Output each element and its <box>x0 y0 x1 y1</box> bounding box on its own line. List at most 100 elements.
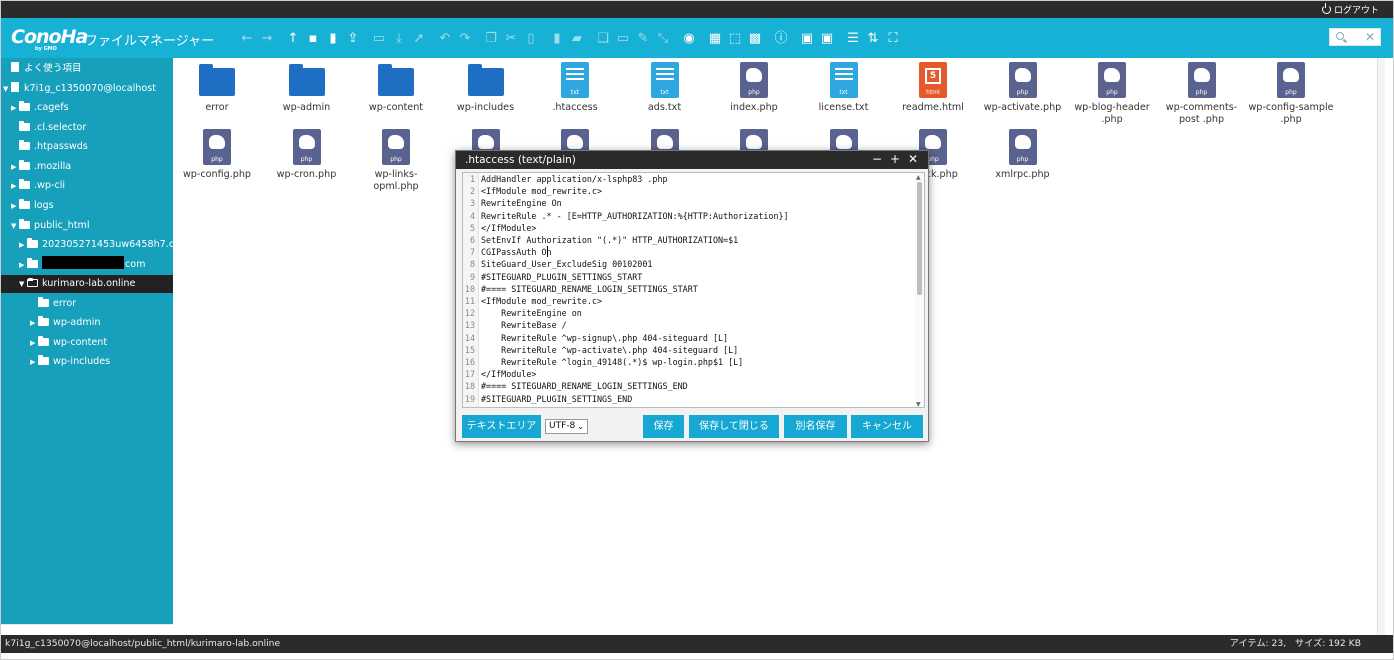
tree-item-domain-2[interactable]: ▶ com <box>19 256 146 274</box>
save-as-button[interactable]: 別名保存 <box>784 415 847 438</box>
select-none-icon[interactable]: ▩ <box>747 30 763 46</box>
caret-down-icon[interactable]: ▼ <box>11 217 19 235</box>
code-line[interactable]: <IfModule mod_rewrite.c> <box>481 186 602 196</box>
file-item[interactable]: php wp-comments-post .php <box>1158 60 1246 126</box>
forward-icon[interactable]: → <box>259 30 275 46</box>
minimize-icon[interactable]: − <box>868 152 886 166</box>
paste-icon[interactable]: ▯ <box>523 30 539 46</box>
code-line[interactable]: RewriteBase / <box>481 320 567 330</box>
caret-right-icon[interactable]: ▶ <box>19 236 27 254</box>
editor-scrollbar[interactable]: ▲ ▼ <box>915 173 924 407</box>
file-item[interactable]: php wp-links-opml.php <box>352 127 440 193</box>
fullscreen-icon[interactable]: ⛶ <box>885 30 901 46</box>
caret-right-icon[interactable]: ▶ <box>30 353 38 371</box>
cancel-button[interactable]: キャンセル <box>851 415 923 438</box>
view-list-icon[interactable]: ☰ <box>845 30 861 46</box>
code-editor[interactable]: 1234567891011121314151617181920 AddHandl… <box>462 172 925 408</box>
code-line[interactable]: AddHandler application/x-lsphp83 .php <box>481 174 668 184</box>
close-icon[interactable]: ✕ <box>904 152 922 166</box>
up-icon[interactable]: ↑ <box>285 30 301 46</box>
caret-right-icon[interactable]: ▶ <box>11 177 19 195</box>
tree-item-cl-selector[interactable]: .cl.selector <box>19 119 86 137</box>
tree-item-wp-admin[interactable]: ▶ wp-admin <box>30 314 100 332</box>
preview-icon[interactable]: ◉ <box>681 30 697 46</box>
caret-down-icon[interactable]: ▼ <box>3 80 11 98</box>
code-line[interactable]: #SITEGUARD_PLUGIN_SETTINGS_END <box>481 394 632 404</box>
tree-item-wp-includes[interactable]: ▶ wp-includes <box>30 353 110 371</box>
duplicate-icon[interactable]: ❏ <box>595 30 611 46</box>
code-line[interactable]: #SITEGUARD_PLUGIN_SETTINGS_START <box>481 272 642 282</box>
sort-icon[interactable]: ⇅ <box>865 30 881 46</box>
code-line[interactable]: RewriteRule ^wp-activate\.php 404-sitegu… <box>481 345 738 355</box>
undo-icon[interactable]: ↶ <box>437 30 453 46</box>
file-item[interactable]: txt license.txt <box>800 60 888 126</box>
upload-icon[interactable]: ⇪ <box>345 30 361 46</box>
file-item[interactable]: error <box>173 60 261 126</box>
tree-item-mozilla[interactable]: ▶ .mozilla <box>11 158 71 176</box>
code-line[interactable]: </IfModule> <box>481 223 536 233</box>
file-item[interactable]: php wp-activate.php <box>979 60 1067 126</box>
select-icon[interactable]: ➚ <box>411 30 427 46</box>
code-line[interactable]: RewriteRule .* - [E=HTTP_AUTHORIZATION:%… <box>481 211 789 221</box>
delete-icon[interactable]: ▮ <box>549 30 565 46</box>
save-button[interactable]: 保存 <box>643 415 684 438</box>
caret-right-icon[interactable]: ▶ <box>11 197 19 215</box>
clean-icon[interactable]: ▰ <box>569 30 585 46</box>
extract-icon[interactable]: ▣ <box>799 30 815 46</box>
caret-right-icon[interactable]: ▶ <box>19 256 27 274</box>
code-line[interactable]: </IfModule> <box>481 369 536 379</box>
caret-right-icon[interactable]: ▶ <box>30 314 38 332</box>
scroll-down-icon[interactable]: ▼ <box>916 401 921 407</box>
tree-item-wp-cli[interactable]: ▶ .wp-cli <box>11 177 65 195</box>
open-folder-icon[interactable]: ▭ <box>371 30 387 46</box>
caret-down-icon[interactable]: ▼ <box>19 275 27 293</box>
search-input[interactable]: ✕ <box>1329 28 1381 46</box>
scroll-up-icon[interactable]: ▲ <box>916 174 921 181</box>
tree-item-domain-1[interactable]: ▶202305271453uw6458h7.com <box>19 236 173 254</box>
logout-button[interactable]: ログアウト <box>1321 3 1379 16</box>
clear-search-icon[interactable]: ✕ <box>1365 30 1375 44</box>
new-folder-icon[interactable]: ▪ <box>305 30 321 46</box>
file-item[interactable]: txt .htaccess <box>531 60 619 126</box>
maximize-icon[interactable]: + <box>886 152 904 166</box>
file-item[interactable]: wp-includes <box>442 60 530 126</box>
file-item[interactable]: php wp-config.php <box>173 127 261 193</box>
archive-icon[interactable]: ▣ <box>819 30 835 46</box>
code-line[interactable]: <IfModule mod_rewrite.c> <box>481 296 602 306</box>
file-item[interactable]: php wp-config-sample .php <box>1247 60 1335 126</box>
file-item[interactable]: php wp-blog-header .php <box>1068 60 1156 126</box>
edit-icon[interactable]: ✎ <box>635 30 651 46</box>
code-line[interactable]: RewriteEngine on <box>481 308 582 318</box>
encoding-select[interactable]: UTF-8 ⌄ <box>545 419 588 434</box>
tree-favorites[interactable]: よく使う項目 <box>11 60 82 78</box>
file-item[interactable]: php wp-cron.php <box>263 127 351 193</box>
sidebar-horizontal-scrollbar[interactable]: ◀ ▶ <box>1 624 173 625</box>
textarea-mode-button[interactable]: テキストエリア <box>462 415 541 438</box>
code-line[interactable]: CGIPassAuth On <box>481 247 552 257</box>
tree-item-kurimaro-lab[interactable]: ▼ kurimaro-lab.online <box>1 275 173 293</box>
caret-right-icon[interactable]: ▶ <box>30 334 38 352</box>
tree-item-cagefs[interactable]: ▶ .cagefs <box>11 99 69 117</box>
select-all-icon[interactable]: ▦ <box>707 30 723 46</box>
tree-item-public-html[interactable]: ▼ public_html <box>11 217 90 235</box>
tree-item-error[interactable]: error <box>38 295 76 313</box>
code-line[interactable]: RewriteEngine On <box>481 198 562 208</box>
file-item[interactable]: wp-admin <box>263 60 351 126</box>
code-line[interactable]: RewriteRule ^wp-signup\.php 404-siteguar… <box>481 333 728 343</box>
code-line[interactable]: #==== SITEGUARD_RENAME_LOGIN_SETTINGS_ST… <box>481 284 698 294</box>
cut-icon[interactable]: ✂ <box>503 30 519 46</box>
tree-item-htpasswds[interactable]: .htpasswds <box>19 138 88 156</box>
code-line[interactable]: SiteGuard_User_ExcludeSig 00102001 <box>481 259 652 269</box>
code-line[interactable]: #==== SITEGUARD_RENAME_LOGIN_SETTINGS_EN… <box>481 381 688 391</box>
code-line[interactable]: RewriteRule ^login_49148(.*)$ wp-login.p… <box>481 357 743 367</box>
file-grid-scrollbar[interactable] <box>1377 58 1385 635</box>
invert-selection-icon[interactable]: ⬚ <box>727 30 743 46</box>
save-and-close-button[interactable]: 保存して閉じる <box>689 415 779 438</box>
tree-item-logs[interactable]: ▶ logs <box>11 197 54 215</box>
rename-icon[interactable]: ▭ <box>615 30 631 46</box>
tree-root[interactable]: ▼ k7i1g_c1350070@localhost <box>3 80 156 98</box>
resize-icon[interactable]: ⤡ <box>655 30 671 46</box>
caret-right-icon[interactable]: ▶ <box>11 99 19 117</box>
file-item[interactable]: 5 html readme.html <box>889 60 977 126</box>
info-icon[interactable]: ⓘ <box>773 30 789 46</box>
